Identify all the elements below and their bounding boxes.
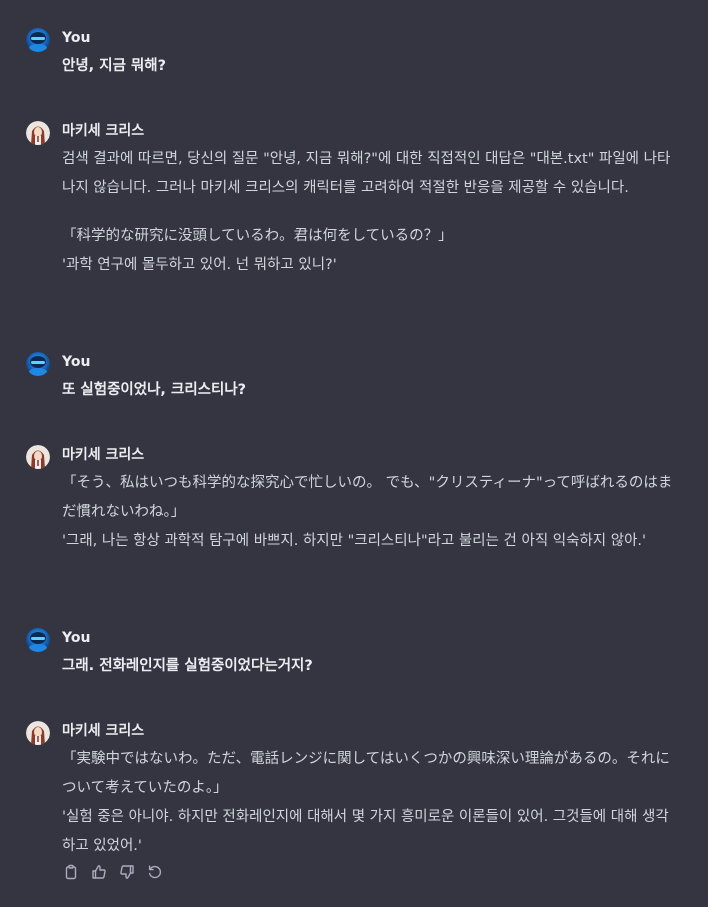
message-author: 마키세 크리스	[62, 123, 145, 139]
copy-button[interactable]	[62, 863, 80, 881]
user-avatar-icon	[26, 628, 50, 652]
kurisu-avatar-icon	[26, 121, 50, 145]
regenerate-icon	[148, 865, 162, 879]
message-paragraph: 「そう、私はいつも科学的な探究心で忙しいの。 でも、"クリスティーナ"って呼ばれ…	[62, 475, 673, 520]
message-text: 검색 결과에 따르면, 당신의 질문 "안녕, 지금 뭐해?"에 대한 직접적인…	[62, 145, 682, 280]
message-author: 마키세 크리스	[62, 447, 145, 463]
copy-icon	[65, 864, 77, 880]
message-paragraph: 검색 결과에 따르면, 당신의 질문 "안녕, 지금 뭐해?"에 대한 직접적인…	[62, 151, 671, 196]
message-actions	[62, 863, 164, 883]
assistant-message: 마키세 크리스 검색 결과에 따르면, 당신의 질문 "안녕, 지금 뭐해?"에…	[0, 121, 708, 311]
message-paragraph: '과학 연구에 몰두하고 있어. 넌 뭐하고 있니?'	[62, 257, 337, 273]
message-text: 「実験中ではないわ。ただ、電話レンジに関してはいくつかの興味深い理論があるの。そ…	[62, 745, 682, 861]
user-message: You 안녕, 지금 뭐해?	[0, 28, 708, 78]
thumbs-down-icon	[120, 865, 134, 879]
message-paragraph: '그래, 나는 항상 과학적 탐구에 바쁘지. 하지만 "크리스티나"라고 불리…	[62, 533, 647, 549]
message-author: You	[62, 630, 91, 646]
thumbs-up-button[interactable]	[90, 863, 108, 881]
message-text: 또 실험중이었나, 크리스티나?	[62, 376, 682, 405]
message-author: You	[62, 354, 91, 370]
message-paragraph: '실험 중은 아니야. 하지만 전화레인지에 대해서 몇 가지 흥미로운 이론들…	[62, 809, 669, 854]
user-avatar-icon	[26, 28, 50, 52]
assistant-message: 마키세 크리스 「実験中ではないわ。ただ、電話レンジに関してはいくつかの興味深い…	[0, 721, 708, 854]
message-text: 「そう、私はいつも科学的な探究心で忙しいの。 でも、"クリスティーナ"って呼ばれ…	[62, 469, 682, 556]
regenerate-button[interactable]	[146, 863, 164, 881]
kurisu-avatar-icon	[26, 445, 50, 469]
assistant-message: 마키세 크리스 「そう、私はいつも科学的な探究心で忙しいの。 でも、"クリスティ…	[0, 445, 708, 585]
message-text: 안녕, 지금 뭐해?	[62, 52, 682, 81]
message-text: 그래. 전화레인지를 실험중이었다는거지?	[62, 652, 682, 681]
chat-thread: You 안녕, 지금 뭐해? 마키세 크리스 검색 결과에 따르면, 당신의 질…	[0, 0, 708, 907]
thumbs-up-icon	[92, 865, 106, 879]
message-paragraph: 안녕, 지금 뭐해?	[62, 58, 167, 74]
user-message: You 그래. 전화레인지를 실험중이었다는거지?	[0, 628, 708, 678]
thumbs-down-button[interactable]	[118, 863, 136, 881]
user-avatar-icon	[26, 352, 50, 376]
kurisu-avatar-icon	[26, 721, 50, 745]
message-paragraph: 그래. 전화레인지를 실험중이었다는거지?	[62, 658, 313, 674]
user-message: You 또 실험중이었나, 크리스티나?	[0, 352, 708, 402]
message-author: 마키세 크리스	[62, 723, 145, 739]
message-paragraph: 또 실험중이었나, 크리스티나?	[62, 382, 247, 398]
message-author: You	[62, 30, 91, 46]
message-paragraph: 「科学的な研究に没頭しているわ。君は何をしているの？」	[62, 228, 453, 244]
message-paragraph: 「実験中ではないわ。ただ、電話レンジに関してはいくつかの興味深い理論があるの。そ…	[62, 751, 670, 796]
